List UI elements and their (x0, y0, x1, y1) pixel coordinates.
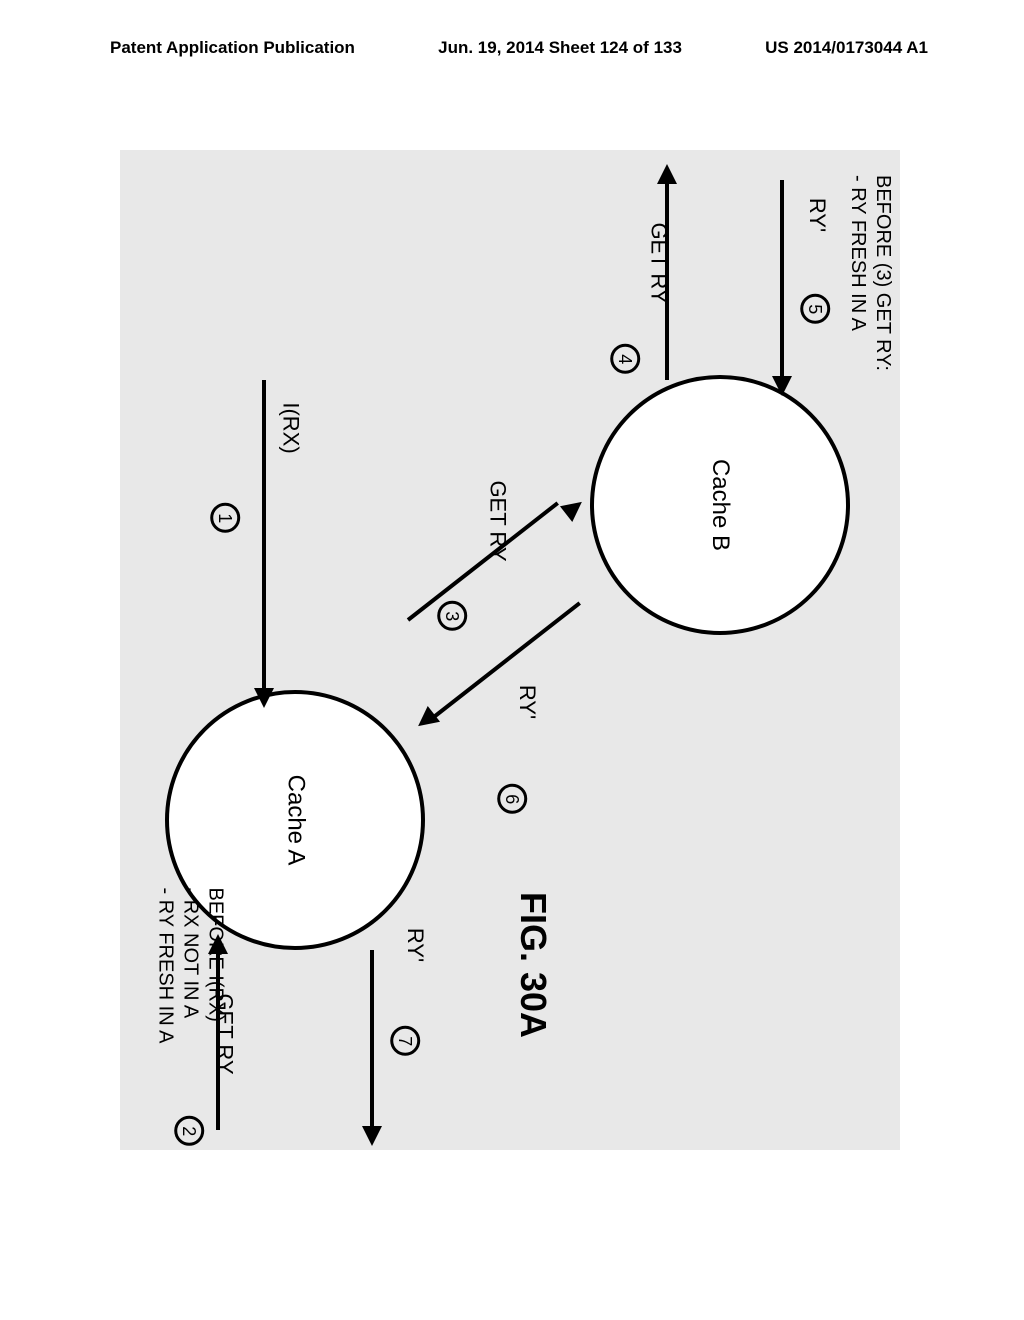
step-1-label: I(RX) (278, 402, 304, 453)
step-2: 2 (148, 1092, 230, 1146)
arrow-3-head (560, 494, 588, 522)
node-cache-b-label: Cache B (706, 459, 734, 551)
step-6-badge: 6 (497, 784, 527, 814)
header-right: US 2014/0173044 A1 (765, 38, 928, 58)
figure-canvas: Cache A Cache B BEFORE I(RX) - RX NOT IN… (120, 150, 900, 1150)
step-4: 4 (584, 320, 666, 374)
step-7: 7 (364, 1002, 446, 1056)
step-2-badge: 2 (174, 1116, 204, 1146)
arrow-5-head (772, 376, 792, 396)
arrow-1 (262, 380, 266, 692)
header-center: Jun. 19, 2014 Sheet 124 of 133 (438, 38, 682, 58)
step-5-label: RY' (804, 198, 830, 232)
step-5: 5 (774, 270, 856, 324)
step-3-label: GET RY (485, 480, 511, 561)
figure-caption: FIG. 30A (512, 892, 554, 1038)
step-4-badge: 4 (610, 344, 640, 374)
step-6-label: RY' (514, 685, 540, 719)
page-header: Patent Application Publication Jun. 19, … (0, 0, 1024, 58)
step-7-label: RY' (402, 928, 428, 962)
step-3: 3 (411, 577, 493, 631)
arrow-1-head (254, 688, 274, 708)
step-1: 1 (184, 479, 266, 533)
step-4-label: GET RY (646, 222, 672, 303)
step-5-badge: 5 (800, 294, 830, 324)
arrow-4-head (657, 164, 677, 184)
step-1-badge: 1 (210, 503, 240, 533)
arrow-6-head (412, 706, 440, 734)
node-cache-a-label: Cache A (281, 775, 309, 866)
arrow-7-head (362, 1126, 382, 1146)
step-6: 6 (471, 760, 553, 814)
step-7-badge: 7 (390, 1026, 420, 1056)
step-3-badge: 3 (437, 601, 467, 631)
arrow-2-head (208, 934, 228, 954)
step-2-label: GET RY (212, 993, 238, 1074)
node-cache-b: Cache B (590, 375, 850, 635)
header-left: Patent Application Publication (110, 38, 355, 58)
